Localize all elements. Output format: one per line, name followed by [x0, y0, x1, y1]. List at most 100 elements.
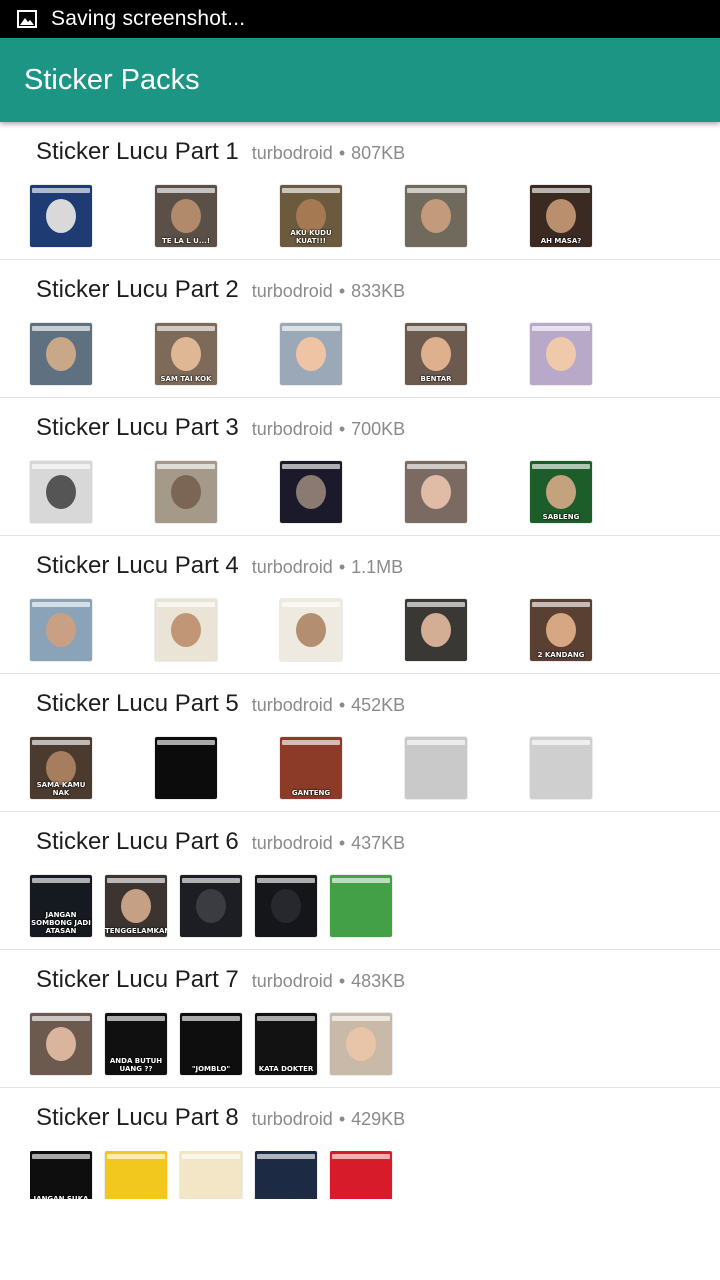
sticker-thumbnail[interactable]: [180, 875, 242, 937]
sticker-thumbnail[interactable]: [405, 185, 467, 247]
sticker-thumbnail[interactable]: GANTENG: [280, 737, 342, 799]
sticker-thumbnail[interactable]: BENTAR: [405, 323, 467, 385]
sticker-thumbnail[interactable]: [155, 737, 217, 799]
sticker-thumbnail[interactable]: AKU KUDU KUAT!!!: [280, 185, 342, 247]
pack-header: Sticker Lucu Part 6 turbodroid • 437KB: [36, 828, 405, 856]
pack-author: turbodroid: [251, 695, 333, 715]
pack-name: Sticker Lucu Part 1: [36, 138, 239, 165]
sticker-caption: ANDA BUTUH UANG ??: [109, 1057, 163, 1073]
sticker-pack-row[interactable]: Sticker Lucu Part 5 turbodroid • 452KB SAMA …: [0, 674, 720, 812]
sticker-text-band: [407, 464, 465, 469]
sticker-thumbnail[interactable]: [30, 1013, 92, 1075]
sticker-picture: [296, 337, 326, 371]
sticker-thumbnail[interactable]: AH MASA?: [530, 185, 592, 247]
sticker-thumbnail[interactable]: JANGAN SUKA BIKIN NANGIS: [30, 1151, 92, 1199]
sticker-thumbnail[interactable]: [405, 737, 467, 799]
pack-size: 807KB: [351, 143, 406, 163]
sticker-thumbnail[interactable]: [330, 875, 392, 937]
sticker-thumbnail[interactable]: [280, 599, 342, 661]
sticker-picture: [421, 475, 451, 509]
sticker-picture: [46, 475, 76, 509]
sticker-pack-row[interactable]: Sticker Lucu Part 8 turbodroid • 429KB JANGA…: [0, 1088, 720, 1226]
sticker-pack-row[interactable]: Sticker Lucu Part 3 turbodroid • 700KB SABLE…: [0, 398, 720, 536]
sticker-picture: [121, 1165, 151, 1199]
sticker-thumbnail[interactable]: [255, 875, 317, 937]
pack-name: Sticker Lucu Part 8: [36, 1104, 239, 1131]
sticker-thumbnail[interactable]: SAM TAI KOK: [155, 323, 217, 385]
sticker-thumbnail[interactable]: [530, 737, 592, 799]
sticker-thumbnail[interactable]: KATA DOKTER: [255, 1013, 317, 1075]
pack-name: Sticker Lucu Part 7: [36, 966, 239, 993]
sticker-thumbnail[interactable]: PUTUS: [255, 1151, 317, 1199]
image-icon: [17, 10, 37, 28]
sticker-caption: SABLENG: [542, 513, 580, 521]
sticker-text-band: [257, 878, 315, 883]
sticker-picture: [46, 613, 76, 647]
sticker-thumbnail[interactable]: [155, 599, 217, 661]
sticker-picture: [296, 475, 326, 509]
sticker-thumbnail[interactable]: "JOMBLO": [180, 1013, 242, 1075]
pack-name: Sticker Lucu Part 4: [36, 552, 239, 579]
sticker-thumbnail[interactable]: [530, 323, 592, 385]
sticker-thumbnail[interactable]: SABLENG: [530, 461, 592, 523]
sticker-pack-row[interactable]: Sticker Lucu Part 2 turbodroid • 833KB SAM T…: [0, 260, 720, 398]
sticker-picture: [346, 889, 376, 923]
sticker-thumbnail[interactable]: TENGGELAMKAN!: [105, 875, 167, 937]
pack-header: Sticker Lucu Part 2 turbodroid • 833KB: [36, 276, 405, 304]
sticker-picture: [196, 1165, 226, 1199]
pack-header: Sticker Lucu Part 3 turbodroid • 700KB: [36, 414, 405, 442]
sticker-picture: [546, 199, 576, 233]
sticker-picture: [171, 613, 201, 647]
sticker-thumbnail[interactable]: 2 KANDANG: [530, 599, 592, 661]
sticker-picture: [121, 889, 151, 923]
separator-dot: •: [338, 695, 346, 715]
sticker-thumbnail[interactable]: [30, 461, 92, 523]
sticker-thumbnail[interactable]: JANGAN SOMBONG JADI ATASAN: [30, 875, 92, 937]
sticker-text-band: [107, 1016, 165, 1021]
sticker-pack-row[interactable]: Sticker Lucu Part 4 turbodroid • 1.1MB 2 KAN…: [0, 536, 720, 674]
sticker-text-band: [32, 1016, 90, 1021]
sticker-picture: [421, 199, 451, 233]
sticker-thumbnail[interactable]: [405, 461, 467, 523]
sticker-picture: [421, 613, 451, 647]
sticker-thumbnail[interactable]: [330, 1013, 392, 1075]
sticker-thumbnail[interactable]: [30, 323, 92, 385]
sticker-text-band: [32, 740, 90, 745]
status-text: Saving screenshot...: [51, 7, 246, 30]
separator-dot: •: [338, 419, 346, 439]
sticker-text-band: [532, 740, 590, 745]
sticker-thumbnail[interactable]: TE LA L U...!: [155, 185, 217, 247]
sticker-picture: [46, 337, 76, 371]
pack-size: 429KB: [351, 1109, 406, 1129]
sticker-thumbnail[interactable]: [30, 599, 92, 661]
pack-author: turbodroid: [251, 971, 333, 991]
sticker-caption: AH MASA?: [540, 237, 582, 245]
sticker-picture: [171, 475, 201, 509]
sticker-pack-row[interactable]: Sticker Lucu Part 1 turbodroid • 807KB TE LA…: [0, 122, 720, 260]
sticker-picture: [546, 751, 576, 785]
sticker-text-band: [157, 188, 215, 193]
sticker-caption: SAMA KAMU NAK: [36, 781, 86, 797]
sticker-picture: [171, 199, 201, 233]
sticker-text-band: [257, 1154, 315, 1159]
sticker-pack-row[interactable]: Sticker Lucu Part 7 turbodroid • 483KB ANDA …: [0, 950, 720, 1088]
sticker-thumbnail[interactable]: [180, 1151, 242, 1199]
sticker-thumbnail[interactable]: [330, 1151, 392, 1199]
pack-author: turbodroid: [251, 833, 333, 853]
sticker-thumbnail[interactable]: [405, 599, 467, 661]
sticker-text-band: [532, 464, 590, 469]
sticker-picture: [171, 751, 201, 785]
sticker-thumbnail[interactable]: [30, 185, 92, 247]
sticker-picture: [346, 1027, 376, 1061]
sticker-thumbnail[interactable]: SAMA KAMU NAK: [30, 737, 92, 799]
sticker-picture: [421, 751, 451, 785]
sticker-thumbnail[interactable]: [155, 461, 217, 523]
sticker-thumbnail[interactable]: Nantangur: [105, 1151, 167, 1199]
sticker-thumbnail[interactable]: [280, 323, 342, 385]
pack-header: Sticker Lucu Part 5 turbodroid • 452KB: [36, 690, 405, 718]
sticker-pack-row[interactable]: Sticker Lucu Part 6 turbodroid • 437KB JANGA…: [0, 812, 720, 950]
separator-dot: •: [338, 281, 346, 301]
sticker-thumbnail[interactable]: [280, 461, 342, 523]
sticker-thumbnail[interactable]: ANDA BUTUH UANG ??: [105, 1013, 167, 1075]
sticker-picture: [546, 613, 576, 647]
